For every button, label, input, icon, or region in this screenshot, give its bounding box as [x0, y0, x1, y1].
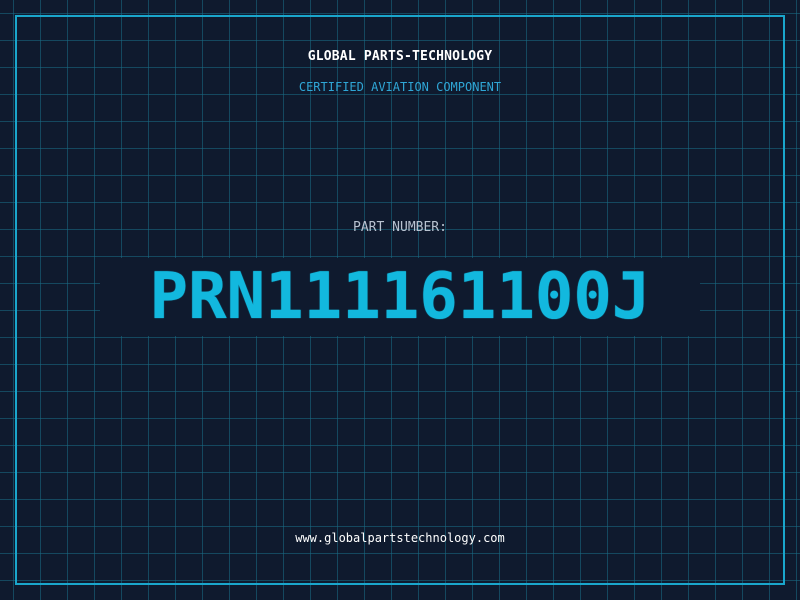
- part-number-value: PRN111161100J: [100, 258, 700, 336]
- part-number-label: PART NUMBER:: [353, 220, 447, 235]
- part-label-card: GLOBAL PARTS-TECHNOLOGY CERTIFIED AVIATI…: [0, 0, 800, 600]
- company-name: GLOBAL PARTS-TECHNOLOGY: [307, 49, 493, 64]
- website-url: www.globalpartstechnology.com: [295, 531, 505, 545]
- certification-tagline: CERTIFIED AVIATION COMPONENT: [298, 80, 502, 94]
